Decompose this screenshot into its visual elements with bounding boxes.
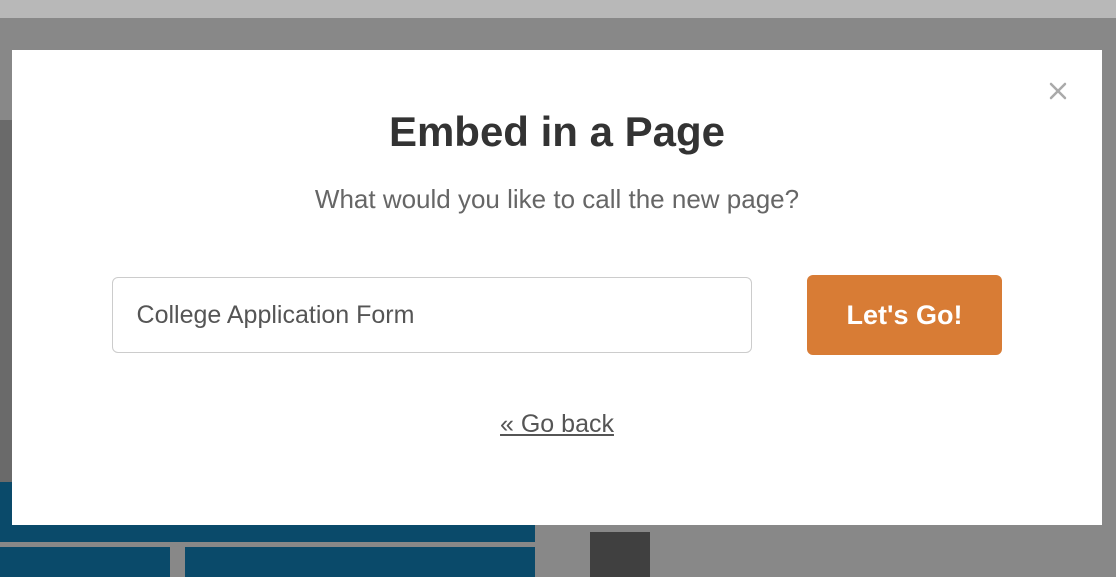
lets-go-button[interactable]: Let's Go!: [807, 275, 1003, 355]
modal-subtitle: What would you like to call the new page…: [315, 184, 799, 215]
backdrop-button: [185, 547, 535, 577]
close-button[interactable]: [1046, 80, 1070, 104]
page-name-input[interactable]: [112, 277, 752, 353]
go-back-link[interactable]: « Go back: [500, 410, 614, 439]
modal-title: Embed in a Page: [389, 108, 725, 156]
close-icon: [1049, 82, 1067, 100]
backdrop-strip: [0, 0, 1116, 18]
embed-page-modal: Embed in a Page What would you like to c…: [12, 50, 1102, 525]
modal-content: Embed in a Page What would you like to c…: [52, 80, 1062, 439]
backdrop-button: [0, 547, 170, 577]
backdrop-dark: [590, 532, 650, 577]
input-row: Let's Go!: [52, 275, 1062, 355]
